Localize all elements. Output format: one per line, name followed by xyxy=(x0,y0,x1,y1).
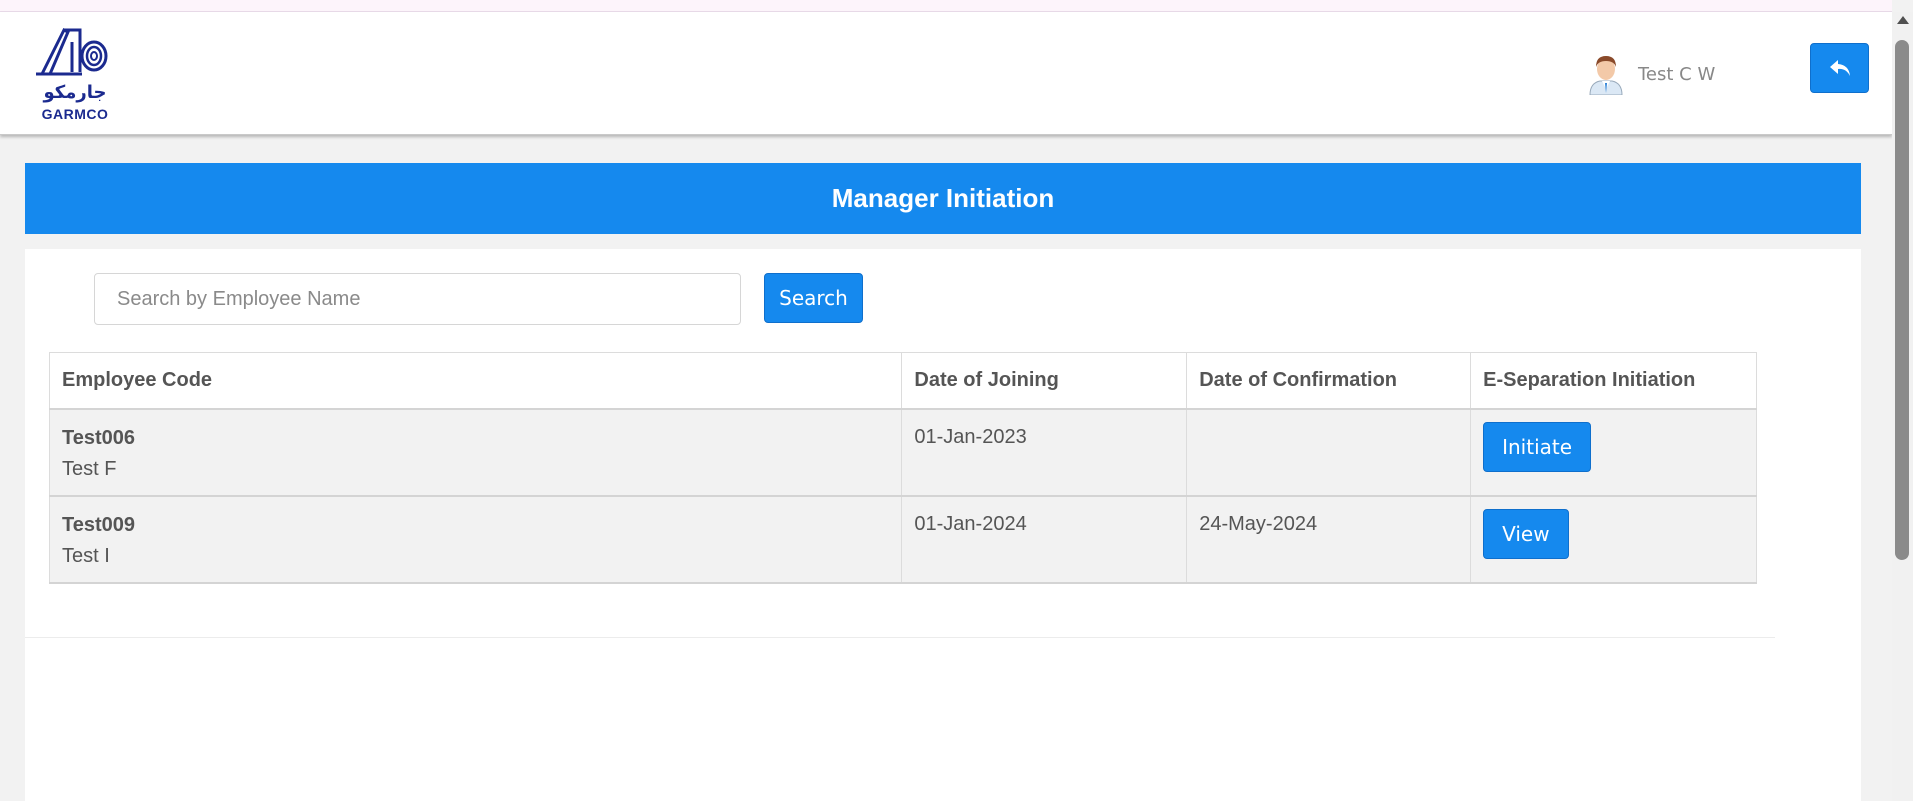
panel-divider xyxy=(25,637,1775,638)
table-row: Test006 Test F 01-Jan-2023 Initiate xyxy=(48,408,1757,497)
user-name: Test C W xyxy=(1638,63,1716,85)
employee-table: Employee Code Date of Joining Date of Co… xyxy=(48,352,1757,584)
garmco-logo: جارمكو GARMCO xyxy=(36,24,116,124)
header-employee-code: Employee Code xyxy=(48,352,903,410)
table-row: Test009 Test I 01-Jan-2024 24-May-2024 V… xyxy=(48,495,1757,584)
logo-english-text: GARMCO xyxy=(41,106,109,122)
garmco-logo-mark xyxy=(36,27,108,76)
action-cell: View xyxy=(1470,495,1757,584)
date-of-confirmation-cell xyxy=(1186,408,1472,497)
search-button[interactable]: Search xyxy=(764,273,863,323)
scrollbar-thumb[interactable] xyxy=(1895,40,1909,560)
vertical-scrollbar[interactable] xyxy=(1892,12,1913,801)
main-panel: Search Employee Code Date of Joining Dat… xyxy=(25,249,1861,801)
employee-cell: Test006 Test F xyxy=(48,408,903,497)
employee-code: Test006 xyxy=(62,426,136,449)
date-of-joining-cell: 01-Jan-2023 xyxy=(901,408,1188,497)
view-button[interactable]: View xyxy=(1483,508,1569,559)
table-header-row: Employee Code Date of Joining Date of Co… xyxy=(48,352,1757,410)
header-e-separation-initiation: E-Separation Initiation xyxy=(1470,352,1757,410)
page-title: Manager Initiation xyxy=(831,183,1055,213)
page-title-bar: Manager Initiation xyxy=(25,163,1861,234)
date-of-confirmation-cell: 24-May-2024 xyxy=(1186,495,1472,584)
employee-name: Test I xyxy=(62,544,110,567)
scroll-up-arrow-icon[interactable] xyxy=(1897,16,1909,24)
employee-cell: Test009 Test I xyxy=(48,495,903,584)
header-date-of-confirmation: Date of Confirmation xyxy=(1186,352,1472,410)
search-input[interactable] xyxy=(94,273,741,325)
initiate-button[interactable]: Initiate xyxy=(1483,421,1592,472)
back-button[interactable] xyxy=(1810,43,1869,93)
user-avatar-icon xyxy=(1589,56,1623,95)
browser-top-strip xyxy=(0,0,1892,12)
reply-arrow-icon xyxy=(1829,60,1850,76)
user-profile[interactable]: Test C W xyxy=(1588,52,1715,96)
employee-name: Test F xyxy=(62,457,117,480)
employee-code: Test009 xyxy=(62,513,136,536)
date-of-joining-cell: 01-Jan-2024 xyxy=(901,495,1188,584)
app-header: جارمكو GARMCO Test C W xyxy=(0,12,1892,135)
logo-arabic-text: جارمكو xyxy=(43,82,107,103)
action-cell: Initiate xyxy=(1470,408,1757,497)
header-date-of-joining: Date of Joining xyxy=(901,352,1188,410)
